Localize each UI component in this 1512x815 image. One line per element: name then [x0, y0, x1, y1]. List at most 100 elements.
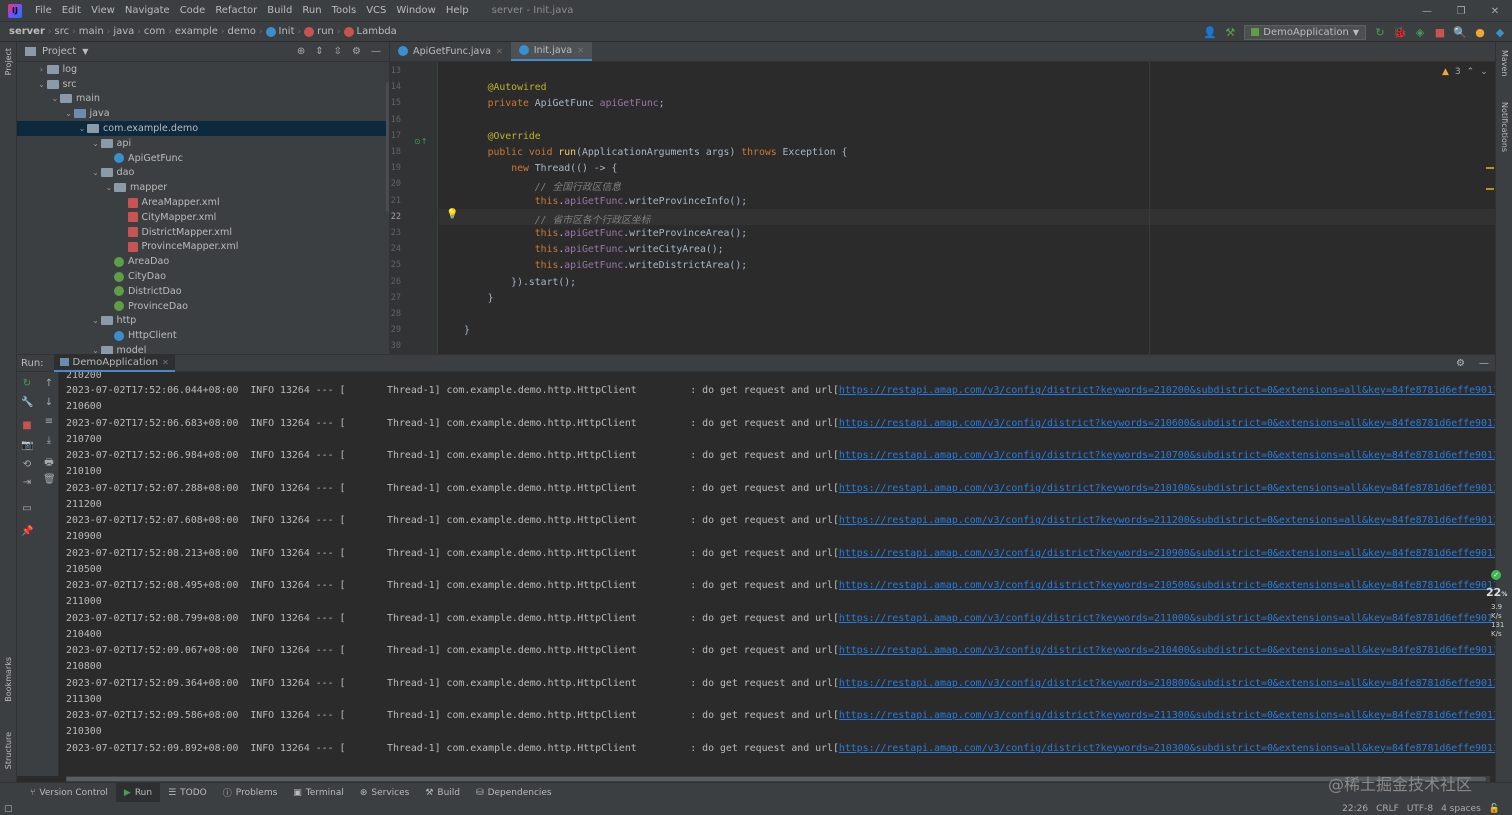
chevron-icon[interactable]: ⌄	[104, 183, 114, 192]
log-url-link[interactable]: https://restapi.amap.com/v3/config/distr…	[839, 548, 1495, 559]
build-hammer-icon[interactable]: ⚒	[1224, 26, 1236, 39]
bottom-tab-build[interactable]: ⚒ Build	[417, 783, 468, 803]
code-line[interactable]: this.apiGetFunc.writeCityArea();	[464, 244, 724, 255]
structure-tool-window-button[interactable]: Structure	[4, 732, 13, 769]
log-url-link[interactable]: https://restapi.amap.com/v3/config/distr…	[839, 450, 1495, 461]
chevron-icon[interactable]: ⌄	[91, 346, 101, 354]
chevron-icon[interactable]: ⌄	[91, 168, 101, 177]
up-arrow-icon[interactable]: ↑	[43, 378, 55, 390]
tree-node[interactable]: CityMapper.xml	[17, 210, 389, 225]
restore-layout-icon[interactable]: ⟲	[21, 459, 33, 471]
trash-icon[interactable]: 🗑	[43, 474, 56, 486]
run-configuration-select[interactable]: DemoApplication ▼	[1244, 24, 1366, 40]
log-url-link[interactable]: https://restapi.amap.com/v3/config/distr…	[839, 613, 1495, 624]
user-icon[interactable]: 👤	[1203, 26, 1217, 39]
layout-icon[interactable]: ▭	[21, 503, 33, 515]
tree-node[interactable]: ⌄ http	[17, 314, 389, 329]
bookmarks-tool-window-button[interactable]: Bookmarks	[4, 657, 13, 702]
close-tab-icon[interactable]: ✕	[496, 47, 503, 56]
breadcrumb-item[interactable]: Lambda	[341, 26, 400, 37]
lock-icon[interactable]: 🔓	[1485, 804, 1504, 814]
chevron-icon[interactable]: ⌄	[91, 139, 101, 148]
scroll-to-end-icon[interactable]: ⤓	[43, 435, 55, 447]
pin-icon[interactable]: 📌	[21, 526, 33, 538]
expand-all-icon[interactable]: ⇕	[315, 46, 323, 57]
menu-tools[interactable]: Tools	[327, 5, 362, 16]
close-tab-icon[interactable]: ✕	[577, 46, 584, 55]
indent-setting[interactable]: 4 spaces	[1437, 804, 1485, 814]
chevron-icon[interactable]: ⌄	[77, 124, 87, 133]
update-icon[interactable]: ●	[1474, 26, 1486, 39]
tree-node[interactable]: ⌄ com.example.demo	[17, 121, 389, 136]
code-line[interactable]: public void run(ApplicationArguments arg…	[464, 147, 848, 158]
bottom-tab-services[interactable]: ⊛ Services	[352, 783, 418, 803]
tree-node[interactable]: DistrictDao	[17, 284, 389, 299]
menu-code[interactable]: Code	[175, 5, 211, 16]
code-line[interactable]: }	[464, 293, 494, 304]
hide-icon[interactable]: —	[371, 46, 381, 57]
status-layout-icon[interactable]: ▢	[4, 804, 13, 814]
project-tool-window-button[interactable]: Project	[4, 48, 13, 75]
close-icon[interactable]: ✕	[1478, 0, 1512, 22]
tree-node[interactable]: ⌄ java	[17, 106, 389, 121]
locate-icon[interactable]: ⊕	[297, 46, 305, 57]
code-line[interactable]: }).start();	[464, 277, 576, 288]
run-tab-demoapplication[interactable]: DemoApplication ✕	[53, 354, 175, 372]
maven-tool-window-button[interactable]: Maven	[1500, 50, 1509, 77]
intention-bulb-icon[interactable]: 💡	[446, 209, 458, 220]
tree-node[interactable]: › log	[17, 62, 389, 77]
breadcrumb-item[interactable]: src	[52, 26, 73, 37]
log-url-link[interactable]: https://restapi.amap.com/v3/config/distr…	[839, 385, 1495, 396]
tree-node[interactable]: ⌄ src	[17, 77, 389, 92]
breadcrumb-item[interactable]: server	[6, 26, 48, 37]
breadcrumb-item[interactable]: java	[110, 26, 137, 37]
chevron-icon[interactable]: ⌄	[64, 109, 74, 118]
log-url-link[interactable]: https://restapi.amap.com/v3/config/distr…	[839, 418, 1495, 429]
chevron-icon[interactable]: ›	[37, 65, 47, 74]
bottom-tab-terminal[interactable]: ▣ Terminal	[285, 783, 352, 803]
bottom-tab-version-control[interactable]: ⑂ Version Control	[22, 783, 116, 803]
wrench-icon[interactable]: 🔧	[21, 397, 33, 409]
log-url-link[interactable]: https://restapi.amap.com/v3/config/distr…	[839, 645, 1495, 656]
log-url-link[interactable]: https://restapi.amap.com/v3/config/distr…	[839, 710, 1495, 721]
breadcrumb-item[interactable]: run	[301, 26, 337, 37]
code-line[interactable]: new Thread(() -> {	[464, 163, 617, 174]
tree-node[interactable]: ProvinceMapper.xml	[17, 240, 389, 255]
soft-wrap-icon[interactable]: ≡	[43, 416, 55, 428]
code-line[interactable]: this.apiGetFunc.writeProvinceArea();	[464, 228, 747, 239]
rerun-icon[interactable]: ↻	[1374, 26, 1386, 39]
next-highlight-icon[interactable]: ⌄	[1480, 67, 1488, 77]
coverage-icon[interactable]: ◈	[1414, 26, 1426, 39]
menu-build[interactable]: Build	[262, 5, 297, 16]
breadcrumb-item[interactable]: Init	[263, 26, 298, 37]
notifications-tool-window-button[interactable]: Notifications	[1500, 102, 1509, 152]
minimize-icon[interactable]: —	[1410, 0, 1444, 22]
rerun-icon[interactable]: ↻	[21, 378, 33, 390]
tree-node[interactable]: ⌄ model	[17, 343, 389, 354]
menu-file[interactable]: File	[30, 5, 57, 16]
menu-window[interactable]: Window	[391, 5, 440, 16]
previous-highlight-icon[interactable]: ⌃	[1467, 67, 1475, 77]
bottom-tab-problems[interactable]: ⓘ Problems	[215, 783, 286, 803]
code-line[interactable]: }	[464, 325, 470, 336]
tree-node[interactable]: ProvinceDao	[17, 299, 389, 314]
print-icon[interactable]: 🖶	[43, 455, 55, 468]
caret-position[interactable]: 22:26	[1338, 804, 1372, 814]
code-line[interactable]: this.apiGetFunc.writeProvinceInfo();	[464, 196, 747, 207]
warning-stripe-marker[interactable]	[1486, 167, 1494, 169]
code-line[interactable]: private ApiGetFunc apiGetFunc;	[464, 98, 665, 109]
tree-node[interactable]: CityDao	[17, 269, 389, 284]
chevron-icon[interactable]: ⌄	[91, 316, 101, 325]
tree-node[interactable]: AreaMapper.xml	[17, 195, 389, 210]
code-line[interactable]: this.apiGetFunc.writeDistrictArea();	[464, 260, 747, 271]
camera-icon[interactable]: 📷	[21, 440, 33, 452]
close-tab-icon[interactable]: ✕	[162, 358, 169, 367]
stop-icon[interactable]: ■	[1434, 26, 1446, 39]
menu-help[interactable]: Help	[441, 5, 474, 16]
file-encoding[interactable]: UTF-8	[1403, 804, 1437, 814]
menu-refactor[interactable]: Refactor	[210, 5, 262, 16]
code-line[interactable]: @Autowired	[464, 82, 547, 93]
console-output[interactable]: 210200 2023-07-02T17:52:06.044+08:00 INFO…	[59, 372, 1495, 776]
menu-edit[interactable]: Edit	[57, 5, 86, 16]
log-url-link[interactable]: https://restapi.amap.com/v3/config/distr…	[839, 515, 1495, 526]
